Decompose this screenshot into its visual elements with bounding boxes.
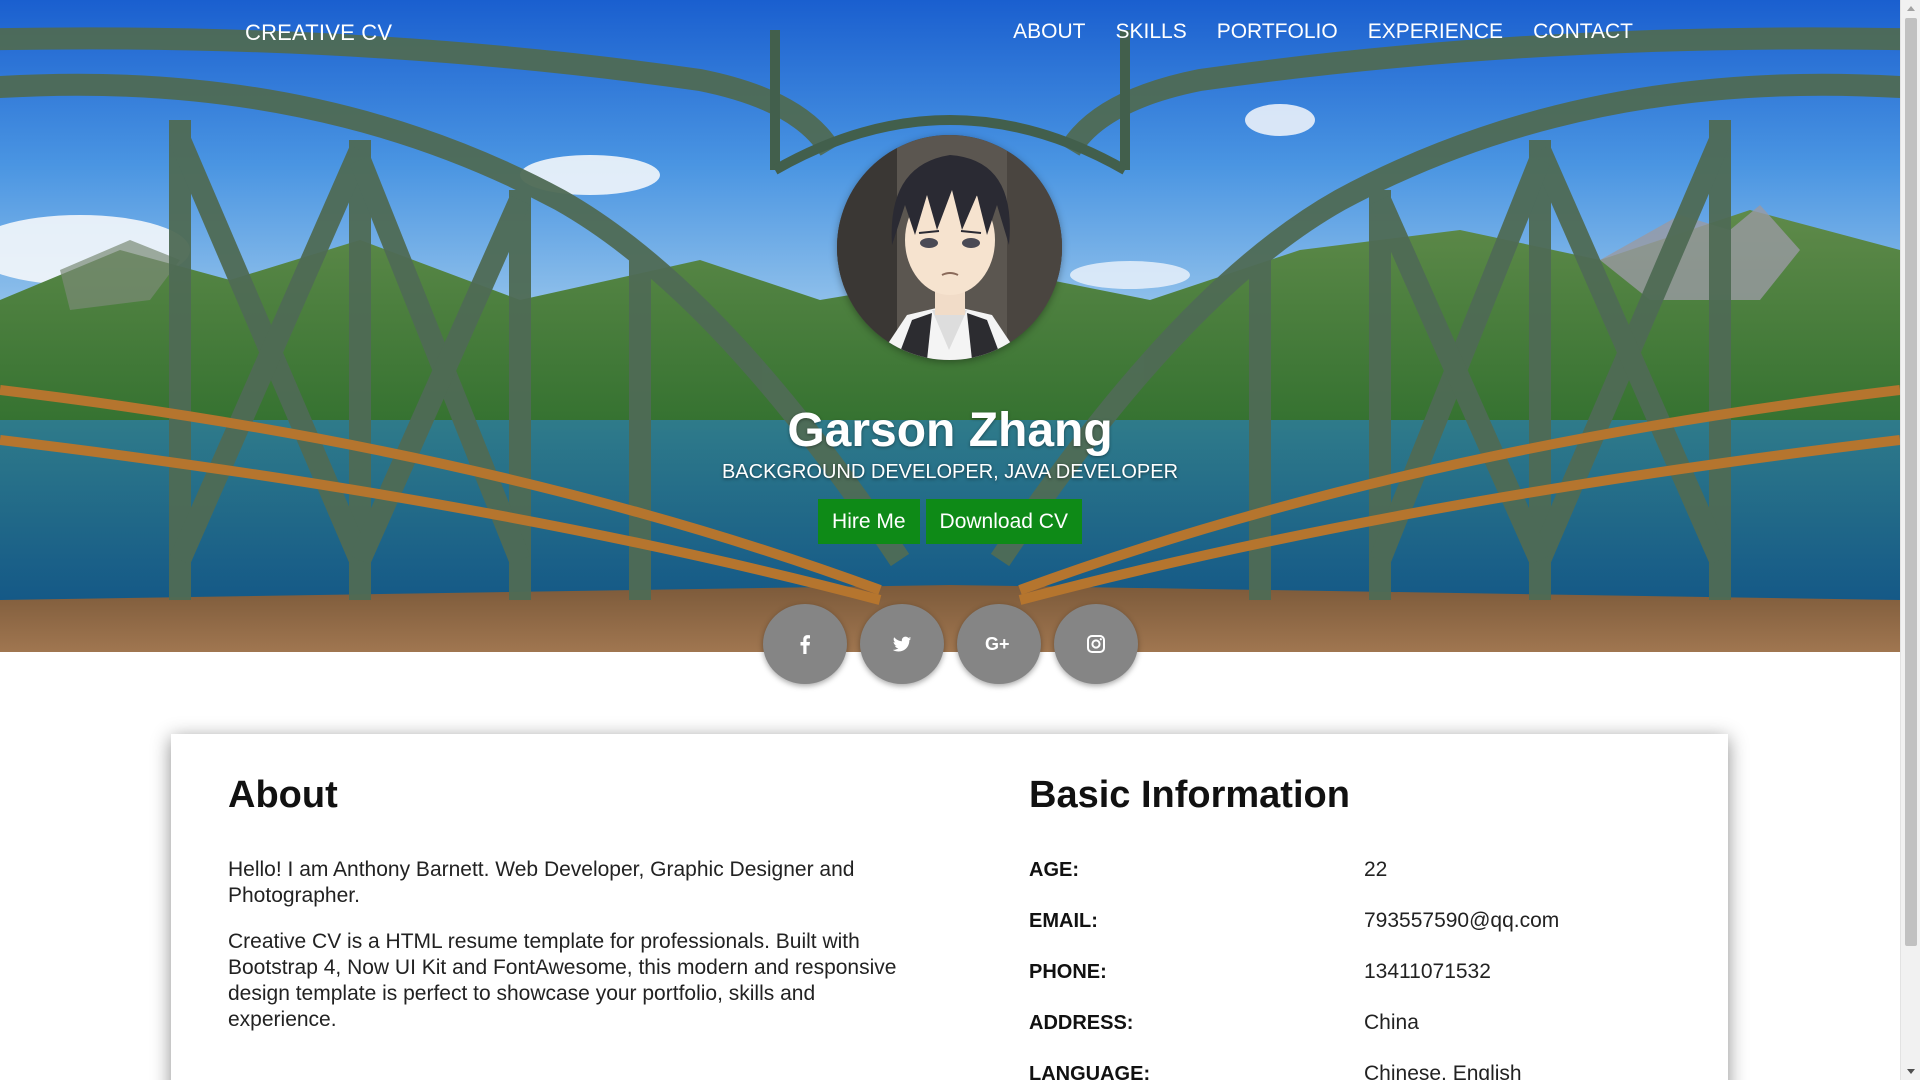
page: CREATIVE CV ABOUT SKILLS PORTFOLIO EXPER… xyxy=(0,0,1920,1080)
info-row-language: LANGUAGE: Chinese, English xyxy=(1029,1061,1679,1080)
download-cv-button[interactable]: Download CV xyxy=(925,499,1082,544)
nav-link-experience[interactable]: EXPERIENCE xyxy=(1368,20,1503,44)
info-row-address: ADDRESS: China xyxy=(1029,1010,1679,1061)
about-paragraph-description: Creative CV is a HTML resume template fo… xyxy=(228,930,897,1031)
info-value: 22 xyxy=(1364,858,1388,881)
about-card: About Hello! I am Anthony Barnett. Web D… xyxy=(171,734,1728,1080)
profile-name: Garson Zhang xyxy=(787,404,1113,457)
info-row-email: EMAIL: 793557590@qq.com xyxy=(1029,908,1679,959)
hero-button-group: Hire Me Download CV xyxy=(0,499,1900,544)
info-label: LANGUAGE: xyxy=(1029,1063,1151,1080)
facebook-icon xyxy=(800,635,810,654)
social-links: G+ xyxy=(0,604,1900,684)
hero-banner: CREATIVE CV ABOUT SKILLS PORTFOLIO EXPER… xyxy=(0,0,1900,652)
hire-me-button[interactable]: Hire Me xyxy=(818,499,920,544)
info-label: EMAIL: xyxy=(1029,910,1098,932)
top-nav: ABOUT SKILLS PORTFOLIO EXPERIENCE CONTAC… xyxy=(1013,20,1633,44)
info-value: 13411071532 xyxy=(1364,960,1491,983)
info-value: 793557590@qq.com xyxy=(1364,909,1560,932)
google-plus-button[interactable]: G+ xyxy=(956,604,1041,684)
info-row-age: AGE: 22 xyxy=(1029,857,1679,908)
google-plus-icon: G+ xyxy=(985,634,1010,654)
about-heading: About xyxy=(228,774,338,816)
scroll-up-arrow-icon[interactable] xyxy=(1901,0,1920,17)
info-label: AGE: xyxy=(1029,859,1079,881)
instagram-icon xyxy=(1086,635,1105,653)
basic-info-heading: Basic Information xyxy=(1029,774,1350,816)
page-scrollbar[interactable] xyxy=(1900,0,1920,1080)
avatar-illustration xyxy=(837,135,1062,360)
twitter-icon xyxy=(892,636,911,652)
twitter-button[interactable] xyxy=(859,604,944,684)
info-value: Chinese, English xyxy=(1364,1062,1522,1080)
nav-brand-link[interactable]: CREATIVE CV xyxy=(245,20,392,46)
profile-avatar xyxy=(837,135,1062,360)
nav-link-about[interactable]: ABOUT xyxy=(1013,20,1085,44)
scrollbar-thumb[interactable] xyxy=(1905,18,1917,946)
scroll-down-arrow-icon[interactable] xyxy=(1901,1063,1920,1080)
nav-link-skills[interactable]: SKILLS xyxy=(1116,20,1187,44)
about-section: About Hello! I am Anthony Barnett. Web D… xyxy=(228,774,928,1053)
basic-info-section: Basic Information AGE: 22 EMAIL: 7935575… xyxy=(1029,774,1679,1080)
instagram-button[interactable] xyxy=(1053,604,1138,684)
facebook-button[interactable] xyxy=(762,604,847,684)
profile-subtitle: BACKGROUND DEVELOPER, JAVA DEVELOPER xyxy=(721,461,1179,483)
info-row-phone: PHONE: 13411071532 xyxy=(1029,959,1679,1010)
svg-text:G+: G+ xyxy=(985,634,1010,654)
nav-link-contact[interactable]: CONTACT xyxy=(1533,20,1633,44)
about-paragraph-intro: Hello! I am Anthony Barnett. Web Develop… xyxy=(228,858,855,907)
info-label: ADDRESS: xyxy=(1029,1012,1134,1034)
nav-link-portfolio[interactable]: PORTFOLIO xyxy=(1217,20,1338,44)
info-label: PHONE: xyxy=(1029,961,1107,983)
info-value: China xyxy=(1364,1011,1419,1034)
